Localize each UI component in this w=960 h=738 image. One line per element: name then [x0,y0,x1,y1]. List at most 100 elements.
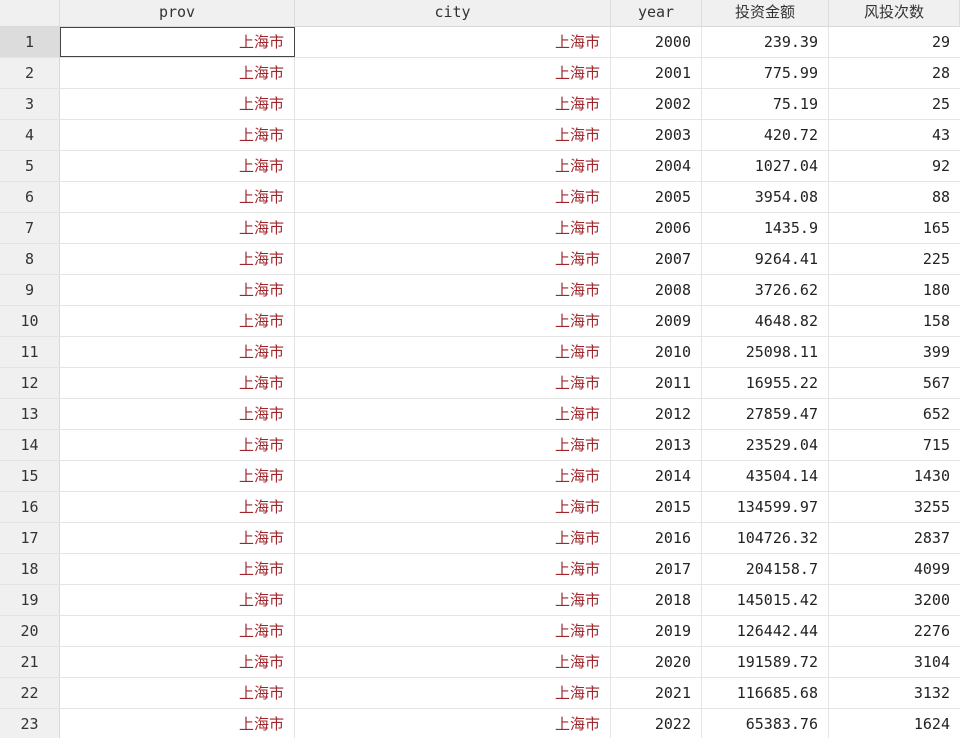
cell-city[interactable]: 上海市 [295,709,611,738]
cell-investment-amount[interactable]: 191589.72 [702,647,829,677]
column-header-year[interactable]: year [611,0,702,26]
cell-vc-count[interactable]: 567 [829,368,960,398]
cell-city[interactable]: 上海市 [295,461,611,491]
row-number[interactable]: 23 [0,709,60,738]
cell-city[interactable]: 上海市 [295,554,611,584]
cell-year[interactable]: 2017 [611,554,702,584]
cell-city[interactable]: 上海市 [295,27,611,57]
cell-vc-count[interactable]: 3132 [829,678,960,708]
cell-prov[interactable]: 上海市 [60,275,295,305]
cell-year[interactable]: 2010 [611,337,702,367]
cell-year[interactable]: 2005 [611,182,702,212]
cell-investment-amount[interactable]: 25098.11 [702,337,829,367]
cell-investment-amount[interactable]: 775.99 [702,58,829,88]
cell-vc-count[interactable]: 43 [829,120,960,150]
row-number[interactable]: 12 [0,368,60,398]
cell-investment-amount[interactable]: 420.72 [702,120,829,150]
row-number[interactable]: 1 [0,27,60,57]
cell-year[interactable]: 2001 [611,58,702,88]
cell-prov[interactable]: 上海市 [60,399,295,429]
cell-investment-amount[interactable]: 134599.97 [702,492,829,522]
cell-vc-count[interactable]: 2276 [829,616,960,646]
cell-investment-amount[interactable]: 9264.41 [702,244,829,274]
cell-investment-amount[interactable]: 3726.62 [702,275,829,305]
cell-year[interactable]: 2008 [611,275,702,305]
cell-investment-amount[interactable]: 43504.14 [702,461,829,491]
cell-vc-count[interactable]: 165 [829,213,960,243]
cell-investment-amount[interactable]: 116685.68 [702,678,829,708]
row-number[interactable]: 4 [0,120,60,150]
cell-city[interactable]: 上海市 [295,244,611,274]
column-header-investment-amount[interactable]: 投资金额 [702,0,829,26]
column-header-vc-count[interactable]: 风投次数 [829,0,960,26]
cell-year[interactable]: 2006 [611,213,702,243]
cell-year[interactable]: 2021 [611,678,702,708]
row-number[interactable]: 7 [0,213,60,243]
cell-investment-amount[interactable]: 75.19 [702,89,829,119]
cell-city[interactable]: 上海市 [295,678,611,708]
row-number[interactable]: 11 [0,337,60,367]
cell-city[interactable]: 上海市 [295,523,611,553]
cell-year[interactable]: 2011 [611,368,702,398]
cell-prov[interactable]: 上海市 [60,647,295,677]
cell-investment-amount[interactable]: 239.39 [702,27,829,57]
cell-prov[interactable]: 上海市 [60,58,295,88]
column-header-prov[interactable]: prov [60,0,295,26]
cell-vc-count[interactable]: 88 [829,182,960,212]
cell-city[interactable]: 上海市 [295,647,611,677]
cell-city[interactable]: 上海市 [295,182,611,212]
cell-vc-count[interactable]: 158 [829,306,960,336]
cell-city[interactable]: 上海市 [295,399,611,429]
cell-vc-count[interactable]: 92 [829,151,960,181]
cell-year[interactable]: 2016 [611,523,702,553]
cell-city[interactable]: 上海市 [295,58,611,88]
cell-vc-count[interactable]: 3104 [829,647,960,677]
cell-investment-amount[interactable]: 1435.9 [702,213,829,243]
cell-year[interactable]: 2020 [611,647,702,677]
cell-city[interactable]: 上海市 [295,616,611,646]
cell-prov[interactable]: 上海市 [60,492,295,522]
cell-investment-amount[interactable]: 23529.04 [702,430,829,460]
row-number[interactable]: 19 [0,585,60,615]
cell-city[interactable]: 上海市 [295,151,611,181]
cell-investment-amount[interactable]: 3954.08 [702,182,829,212]
cell-vc-count[interactable]: 28 [829,58,960,88]
cell-vc-count[interactable]: 399 [829,337,960,367]
cell-prov[interactable]: 上海市 [60,616,295,646]
cell-year[interactable]: 2015 [611,492,702,522]
cell-vc-count[interactable]: 715 [829,430,960,460]
cell-vc-count[interactable]: 652 [829,399,960,429]
cell-investment-amount[interactable]: 1027.04 [702,151,829,181]
cell-investment-amount[interactable]: 27859.47 [702,399,829,429]
cell-vc-count[interactable]: 1624 [829,709,960,738]
row-number[interactable]: 5 [0,151,60,181]
cell-year[interactable]: 2012 [611,399,702,429]
cell-prov[interactable]: 上海市 [60,585,295,615]
cell-vc-count[interactable]: 2837 [829,523,960,553]
row-number[interactable]: 3 [0,89,60,119]
row-number[interactable]: 16 [0,492,60,522]
cell-vc-count[interactable]: 4099 [829,554,960,584]
cell-year[interactable]: 2007 [611,244,702,274]
row-number[interactable]: 6 [0,182,60,212]
cell-city[interactable]: 上海市 [295,492,611,522]
cell-year[interactable]: 2013 [611,430,702,460]
cell-investment-amount[interactable]: 126442.44 [702,616,829,646]
cell-prov[interactable]: 上海市 [60,430,295,460]
cell-prov[interactable]: 上海市 [60,523,295,553]
cell-prov[interactable]: 上海市 [60,306,295,336]
row-number[interactable]: 13 [0,399,60,429]
cell-city[interactable]: 上海市 [295,275,611,305]
cell-prov[interactable]: 上海市 [60,368,295,398]
row-number[interactable]: 15 [0,461,60,491]
cell-vc-count[interactable]: 3200 [829,585,960,615]
cell-investment-amount[interactable]: 104726.32 [702,523,829,553]
cell-city[interactable]: 上海市 [295,213,611,243]
cell-city[interactable]: 上海市 [295,120,611,150]
cell-investment-amount[interactable]: 16955.22 [702,368,829,398]
row-number[interactable]: 14 [0,430,60,460]
cell-prov[interactable]: 上海市 [60,89,295,119]
cell-year[interactable]: 2004 [611,151,702,181]
cell-prov[interactable]: 上海市 [60,461,295,491]
cell-prov[interactable]: 上海市 [60,151,295,181]
